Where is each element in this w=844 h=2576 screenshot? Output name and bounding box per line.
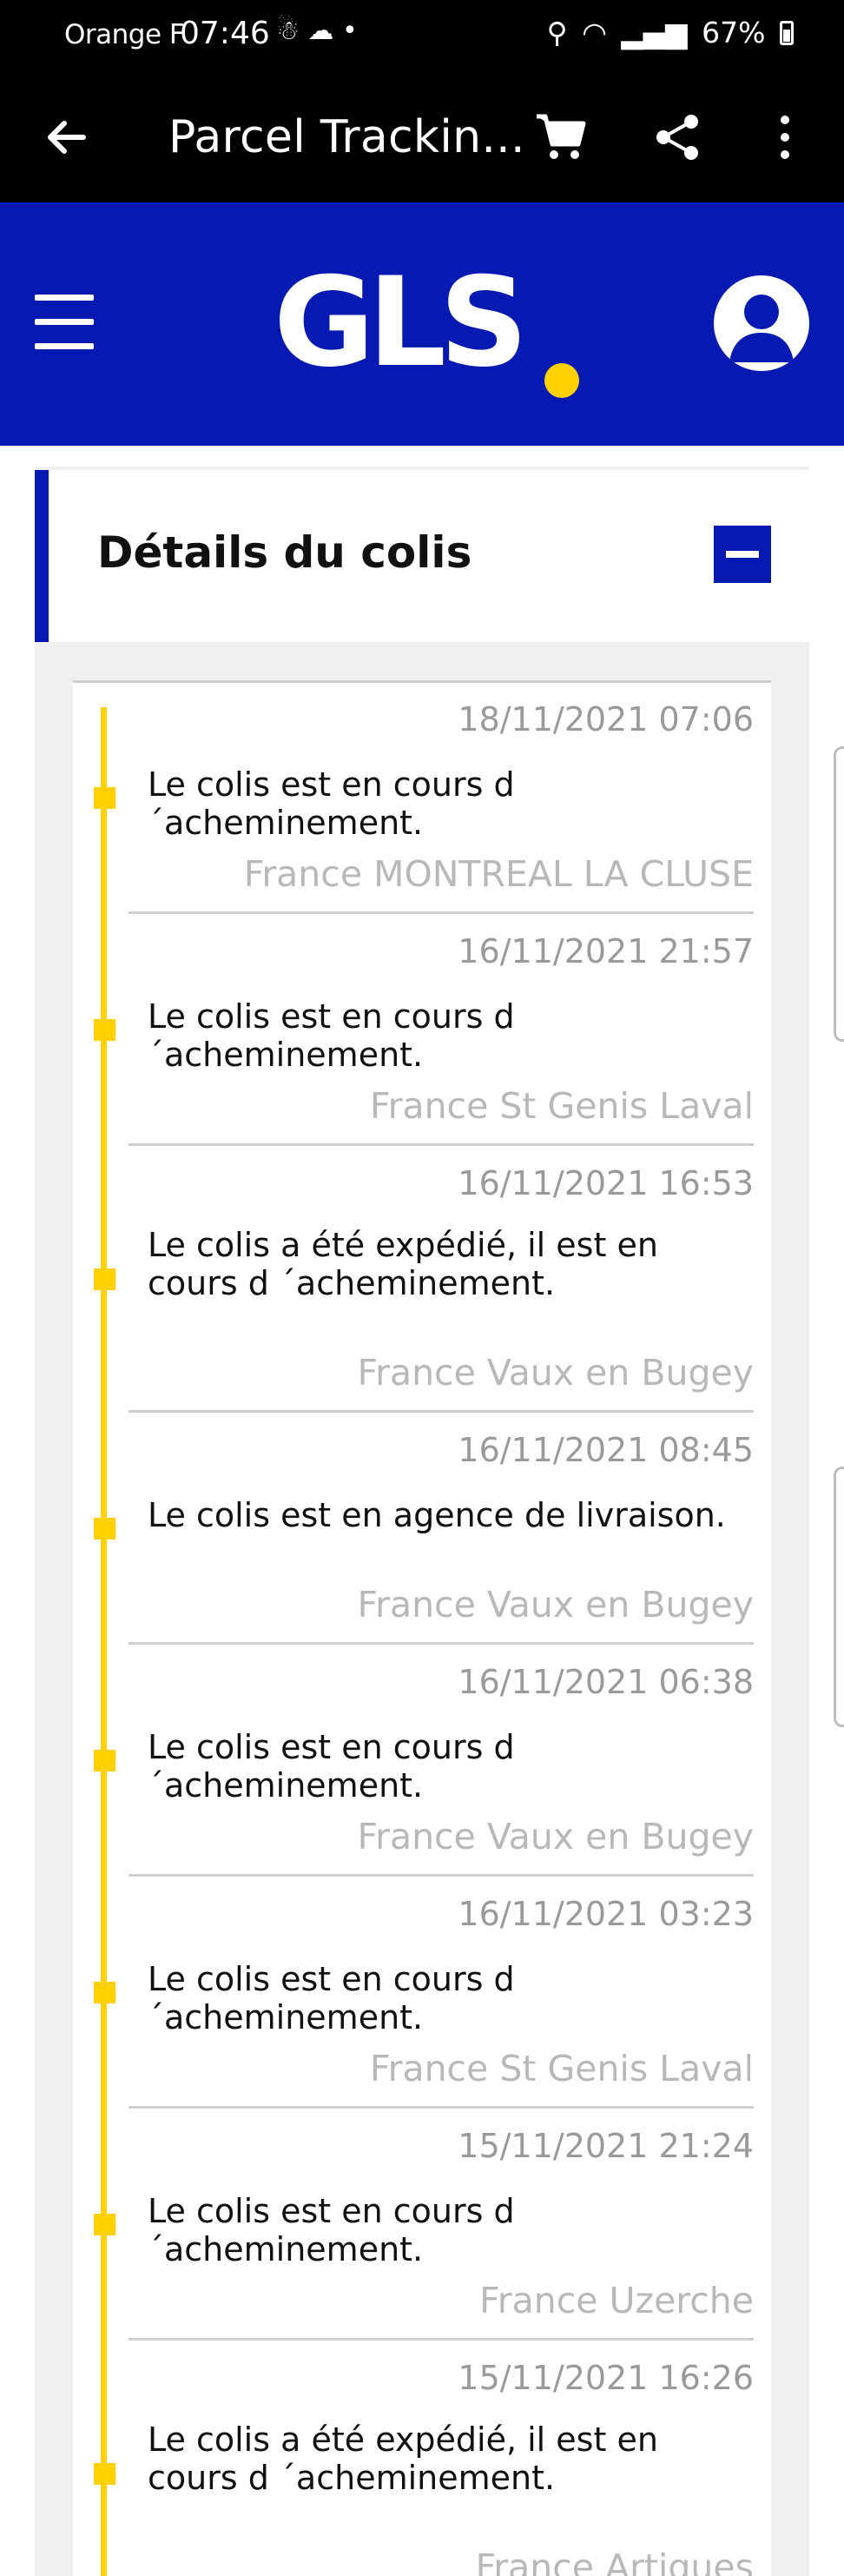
- timeline-marker: [94, 1982, 115, 2003]
- more-options-icon[interactable]: [768, 111, 802, 163]
- menu-icon[interactable]: [35, 295, 94, 350]
- app-title: Parcel Trackin...: [168, 111, 525, 163]
- gls-logo: GLS: [274, 251, 528, 394]
- battery-icon: [780, 21, 794, 45]
- timeline-marker: [94, 1518, 115, 1540]
- event-divider: [129, 1642, 754, 1645]
- event-date: 18/11/2021 07:06: [458, 700, 754, 738]
- tracking-timeline: 18/11/2021 07:06 Le colis est en cours d…: [73, 680, 771, 2576]
- collapse-button[interactable]: [714, 526, 771, 583]
- event-date: 16/11/2021 21:57: [458, 932, 754, 970]
- event-message: Le colis est en cours d´acheminement.: [148, 765, 515, 842]
- event-message: Le colis est en cours d´acheminement.: [148, 997, 515, 1074]
- tracking-event: 16/11/2021 08:45 Le colis est en agence …: [73, 1414, 771, 1646]
- battery-percent: 67%: [702, 16, 766, 50]
- status-bar: Orange F 07:46 ☃ ☁ • ⚲ ◠ ▂▄▆ 67%: [0, 0, 844, 73]
- event-message: Le colis a été expédié, il est en cours …: [148, 2420, 658, 2497]
- timeline-marker: [94, 787, 115, 809]
- event-location: France Vaux en Bugey: [357, 1816, 754, 1858]
- side-edge: [834, 1467, 844, 1727]
- event-divider: [129, 2106, 754, 2109]
- tracking-event: 16/11/2021 21:57 Le colis est en cours d…: [73, 915, 771, 1147]
- account-icon[interactable]: [714, 275, 809, 371]
- event-location: France Artigues: [475, 2546, 754, 2576]
- event-location: France St Genis Laval: [369, 2048, 754, 2089]
- details-section-header[interactable]: Détails du colis: [35, 470, 809, 642]
- app-bar: Parcel Trackin...: [0, 73, 844, 202]
- tracking-event: 15/11/2021 21:24 Le colis est en cours d…: [73, 2109, 771, 2341]
- cart-icon[interactable]: [533, 109, 589, 165]
- tracking-event: 16/11/2021 03:23 Le colis est en cours d…: [73, 1877, 771, 2109]
- timeline-marker: [94, 1750, 115, 1771]
- tracking-event: 15/11/2021 16:26 Le colis a été expédié,…: [73, 2341, 771, 2576]
- event-message: Le colis est en cours d´acheminement.: [148, 2192, 515, 2268]
- event-date: 16/11/2021 16:53: [458, 1164, 754, 1202]
- carrier-label: Orange F: [64, 19, 185, 50]
- event-date: 15/11/2021 21:24: [458, 2127, 754, 2165]
- timeline-marker: [94, 1268, 115, 1290]
- page-content: Détails du colis 18/11/2021 07:06 Le col…: [0, 446, 844, 2576]
- details-title: Détails du colis: [97, 527, 472, 578]
- event-location: France Uzerche: [479, 2280, 754, 2321]
- event-divider: [129, 911, 754, 914]
- timeline-marker: [94, 2214, 115, 2235]
- event-location: France Vaux en Bugey: [357, 1352, 754, 1394]
- event-date: 15/11/2021 16:26: [458, 2359, 754, 2397]
- logo-dot: [544, 363, 579, 398]
- event-message: Le colis est en agence de livraison.: [148, 1496, 726, 1534]
- timeline-marker: [94, 2463, 115, 2485]
- event-date: 16/11/2021 03:23: [458, 1895, 754, 1933]
- tracking-event: 16/11/2021 16:53 Le colis a été expédié,…: [73, 1147, 771, 1414]
- event-location: France Vaux en Bugey: [357, 1584, 754, 1626]
- event-message: Le colis est en cours d´acheminement.: [148, 1960, 515, 2036]
- event-divider: [129, 1874, 754, 1877]
- event-divider: [129, 2338, 754, 2341]
- timeline-marker: [94, 1019, 115, 1041]
- notification-icons: ☃ ☁ •: [276, 16, 358, 46]
- gls-header: GLS: [0, 202, 844, 446]
- event-divider: [129, 1143, 754, 1146]
- clock: 07:46: [180, 16, 270, 51]
- system-indicators: ⚲ ◠ ▂▄▆ 67%: [542, 16, 794, 50]
- location-icon: ⚲: [546, 16, 568, 50]
- tracking-event: 18/11/2021 07:06 Le colis est en cours d…: [73, 683, 771, 915]
- event-date: 16/11/2021 08:45: [458, 1431, 754, 1469]
- event-date: 16/11/2021 06:38: [458, 1663, 754, 1701]
- event-message: Le colis est en cours d´acheminement.: [148, 1728, 515, 1805]
- signal-icon: ▂▄▆: [621, 16, 688, 50]
- event-message: Le colis a été expédié, il est en cours …: [148, 1226, 658, 1302]
- side-edge: [834, 746, 844, 1042]
- tracking-event: 16/11/2021 06:38 Le colis est en cours d…: [73, 1646, 771, 1877]
- event-location: France MONTREAL LA CLUSE: [243, 853, 754, 895]
- event-location: France St Genis Laval: [369, 1085, 754, 1127]
- share-icon[interactable]: [651, 111, 703, 163]
- back-arrow-icon[interactable]: [40, 111, 92, 163]
- event-divider: [129, 1410, 754, 1413]
- wifi-icon: ◠: [582, 16, 607, 50]
